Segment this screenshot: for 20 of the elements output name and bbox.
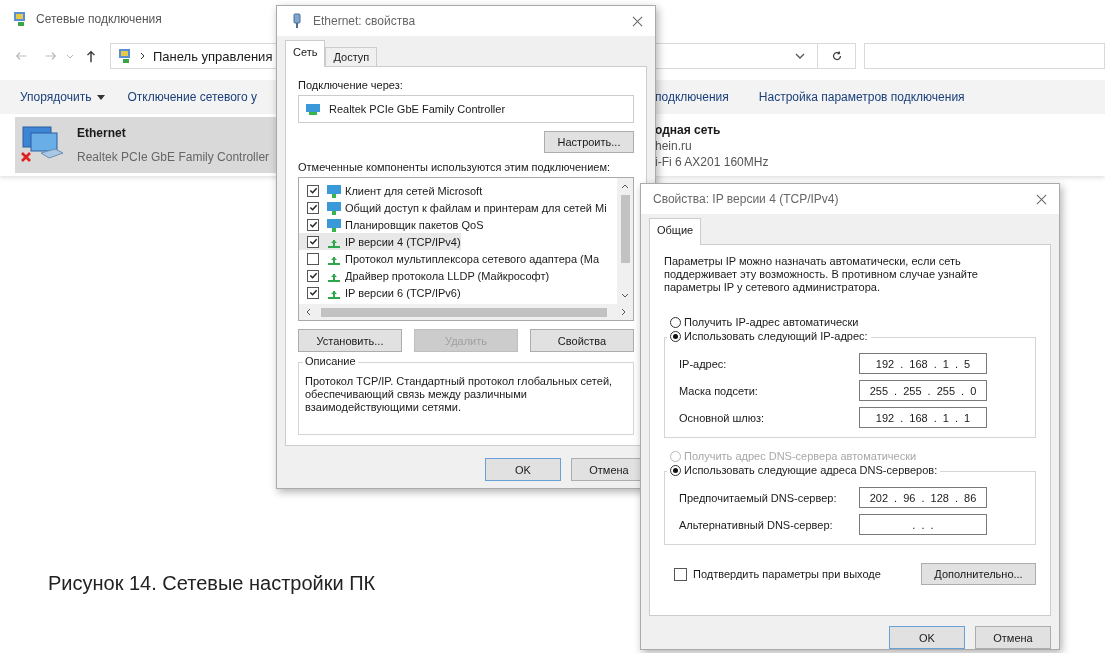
field-label: Основной шлюз: bbox=[679, 411, 765, 424]
field-label: Предпочитаемый DNS-сервер: bbox=[679, 491, 837, 504]
window-title: Сетевые подключения bbox=[36, 12, 162, 26]
group-title: Описание bbox=[303, 355, 358, 368]
device-name: Realtek PCIe GbE Family Controller bbox=[77, 150, 270, 164]
description-text: Протокол TCP/IP. Стандартный протокол глобальных сетей, обеспечивающий связь между различными взаимодействующими сетями. bbox=[305, 375, 614, 415]
field-label: Маска подсети: bbox=[679, 384, 758, 397]
figure-caption: Рисунок 14. Сетевые настройки ПК bbox=[48, 572, 376, 595]
adapter-field: Realtek PCIe GbE Family Controller bbox=[298, 95, 634, 124]
dialog-title: Свойства: IP версии 4 (TCP/IPv4) bbox=[653, 192, 839, 206]
connection-name: Ethernet bbox=[77, 126, 127, 140]
dialog-title: Ethernet: свойства bbox=[313, 14, 416, 28]
intro-text: Параметры IP можно назначать автоматически, если сеть поддерживает эту возможность. В противном случае узнайте параметры IP у сетевого администратора. bbox=[664, 255, 979, 294]
connection-detail: i-Fi 6 AX201 160MHz bbox=[655, 155, 769, 169]
field-label: Подключение через: bbox=[298, 79, 404, 91]
field-label: IP-адрес: bbox=[679, 357, 727, 370]
connection-detail: hein.ru bbox=[655, 139, 693, 153]
field-label: Альтернативный DNS-сервер: bbox=[679, 518, 833, 531]
field-label: Отмеченные компоненты используются этим подключением: bbox=[298, 161, 612, 174]
connection-detail: одная сеть bbox=[655, 123, 722, 137]
